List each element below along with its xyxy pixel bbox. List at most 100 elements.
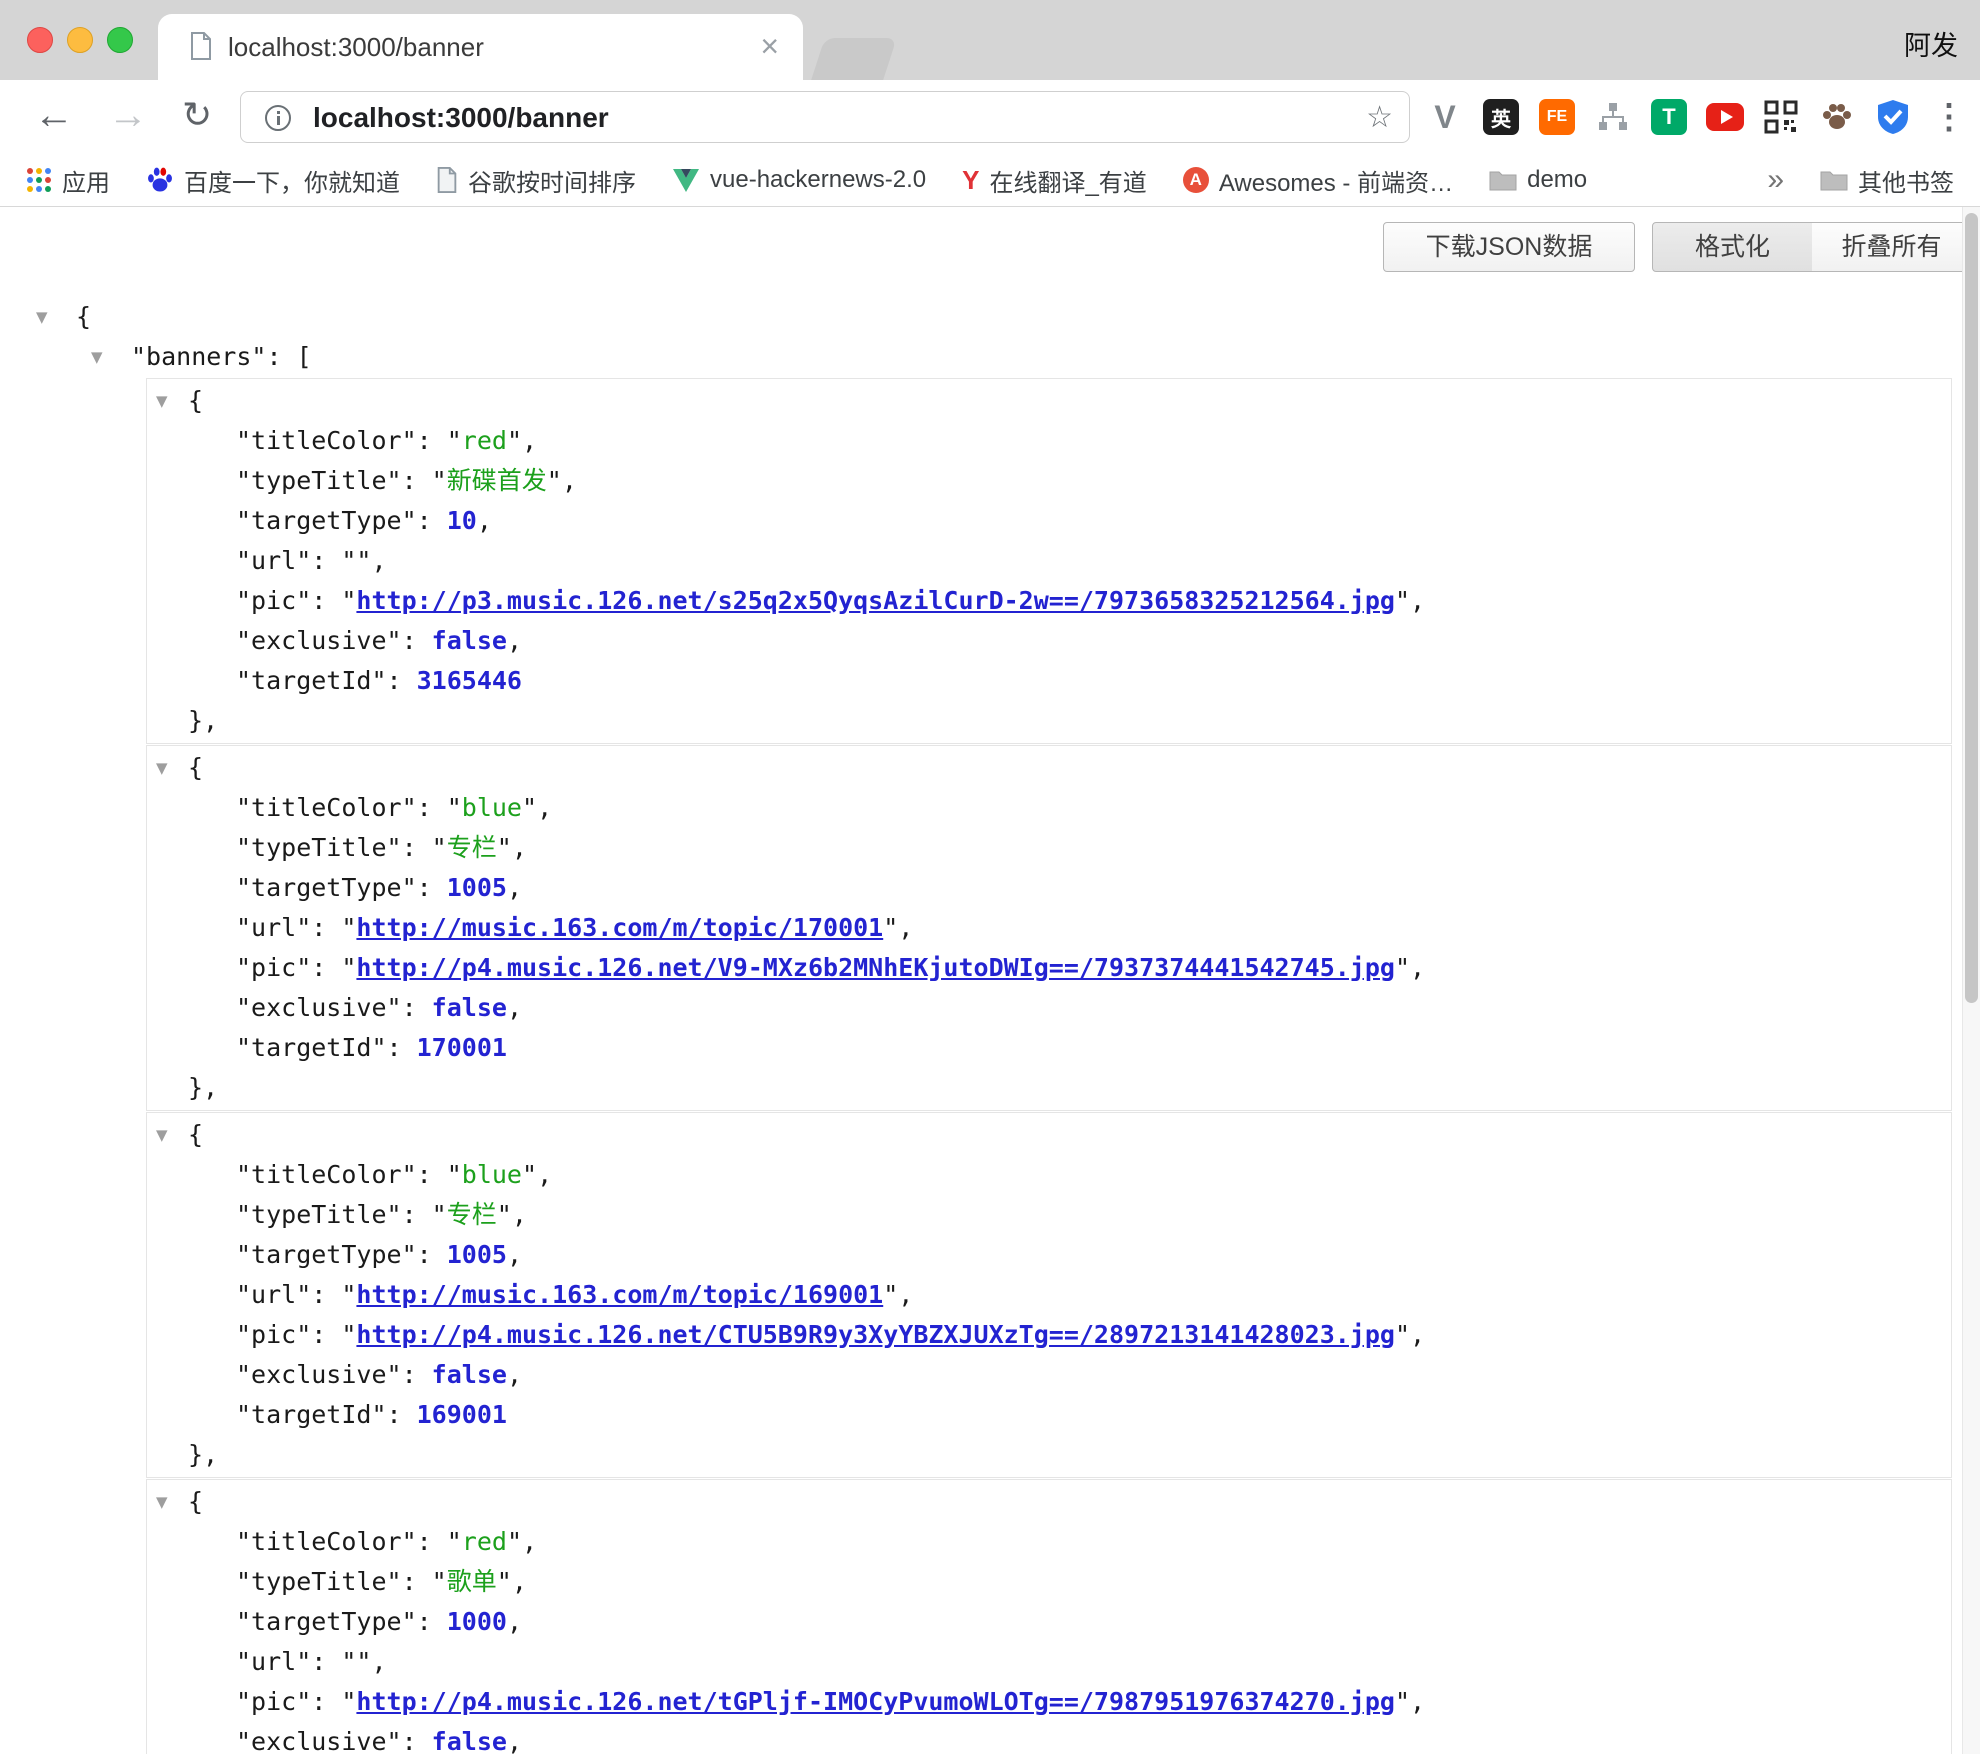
json-comma: , [1410, 1320, 1425, 1349]
json-quote: " [341, 913, 356, 942]
tab-title: localhost:3000/banner [228, 32, 484, 62]
json-link-value[interactable]: http://p4.music.126.net/V9-MXz6b2MNhEKju… [356, 953, 1395, 982]
json-key: "titleColor": [236, 1160, 447, 1189]
json-line: ▼{ [147, 381, 1951, 421]
fe-glyph: FE [1539, 99, 1575, 135]
json-comma: , [522, 426, 537, 455]
json-link-value[interactable]: http://music.163.com/m/topic/170001 [356, 913, 883, 942]
json-quote: " [341, 1280, 356, 1309]
bookmark-vue-hackernews[interactable]: vue-hackernews-2.0 [672, 166, 926, 194]
youtube-extension-icon[interactable] [1704, 96, 1746, 138]
json-object-box: ▼{"titleColor": "blue","typeTitle": "专栏"… [146, 1112, 1952, 1478]
fe-extension-icon[interactable]: FE [1536, 96, 1578, 138]
json-object-box: ▼{"titleColor": "blue","typeTitle": "专栏"… [146, 745, 1952, 1111]
page-content: 下载JSON数据 格式化 折叠所有 ▼{▼"banners": [▼{"titl… [0, 207, 1980, 1754]
address-bar[interactable]: localhost:3000/banner ☆ [240, 91, 1410, 143]
json-quote: " [1395, 1320, 1410, 1349]
json-link-value[interactable]: http://p4.music.126.net/tGPljf-IMOCyPvum… [356, 1687, 1395, 1716]
json-quote: " [341, 586, 356, 615]
folder-icon [1489, 168, 1517, 192]
vimium-extension-icon[interactable]: V [1424, 96, 1466, 138]
json-line: }, [147, 1068, 1951, 1108]
json-key: "pic": [236, 953, 341, 982]
json-key: "typeTitle": [236, 1200, 432, 1229]
bookmark-label: vue-hackernews-2.0 [710, 166, 926, 194]
collapse-toggle-icon[interactable]: ▼ [91, 337, 103, 377]
json-literal-value: 170001 [417, 1033, 507, 1062]
browser-tab[interactable]: localhost:3000/banner × [158, 14, 803, 80]
window-close-button[interactable] [27, 27, 53, 53]
json-key: "titleColor": [236, 793, 447, 822]
org-extension-icon[interactable] [1592, 96, 1634, 138]
json-open-brace: { [188, 753, 203, 782]
json-link-value[interactable]: http://p4.music.126.net/CTU5B9R9y3XyYBZX… [356, 1320, 1395, 1349]
json-line: ▼{ [147, 1115, 1951, 1155]
collapse-toggle-icon[interactable]: ▼ [156, 1482, 168, 1522]
apps-grid-icon [26, 167, 52, 193]
json-viewer: ▼{▼"banners": [▼{"titleColor": "red","ty… [0, 297, 1980, 1754]
json-link-value[interactable]: http://p3.music.126.net/s25q2x5QyqsAzilC… [356, 586, 1395, 615]
json-line: "exclusive": false, [147, 1722, 1951, 1754]
format-button[interactable]: 格式化 [1652, 222, 1813, 272]
json-literal-value: 1005 [447, 1240, 507, 1269]
json-key: "pic": [236, 1320, 341, 1349]
other-bookmarks-folder[interactable]: 其他书签 [1820, 163, 1954, 198]
json-quote: " [341, 953, 356, 982]
youdao-icon: Y [962, 165, 979, 196]
collapse-toggle-icon[interactable]: ▼ [156, 1115, 168, 1155]
security-shield-extension-icon[interactable] [1872, 96, 1914, 138]
json-line: "url": "", [147, 541, 1951, 581]
window-zoom-button[interactable] [107, 27, 133, 53]
qrcode-extension-icon[interactable] [1760, 96, 1802, 138]
collapse-toggle-icon[interactable]: ▼ [36, 297, 48, 337]
json-quote: " [497, 833, 512, 862]
bookmark-baidu[interactable]: 百度一下，你就知道 [146, 163, 400, 198]
tampermonkey-extension-icon[interactable]: T [1648, 96, 1690, 138]
back-icon[interactable]: ← [34, 89, 74, 141]
collapse-all-button[interactable]: 折叠所有 [1812, 222, 1972, 272]
bookmark-label: 谷歌按时间排序 [468, 163, 636, 198]
json-comma: , [537, 793, 552, 822]
window-minimize-button[interactable] [67, 27, 93, 53]
json-comma: , [507, 873, 522, 902]
bookmark-demo-folder[interactable]: demo [1489, 166, 1587, 194]
json-open-brace: { [188, 1487, 203, 1516]
json-line: "targetType": 10, [147, 501, 1951, 541]
json-comma: , [507, 1360, 522, 1389]
json-literal-value: 10 [447, 506, 477, 535]
collapse-toggle-icon[interactable]: ▼ [156, 748, 168, 788]
profile-name[interactable]: 阿发 [1904, 24, 1958, 63]
new-tab-button[interactable] [811, 38, 897, 80]
json-key: "typeTitle": [236, 466, 432, 495]
page-info-icon[interactable] [263, 103, 293, 138]
json-key: "titleColor": [236, 1527, 447, 1556]
json-quote: " [447, 1527, 462, 1556]
json-link-value[interactable]: http://music.163.com/m/topic/169001 [356, 1280, 883, 1309]
translate-extension-icon[interactable]: 英 [1480, 96, 1522, 138]
browser-menu-icon[interactable]: ⋮ [1932, 97, 1966, 137]
bookmark-youdao[interactable]: Y 在线翻译_有道 [962, 163, 1147, 198]
bookmark-google-sort[interactable]: 谷歌按时间排序 [436, 163, 636, 198]
json-line: "titleColor": "red", [147, 421, 1951, 461]
download-json-button[interactable]: 下载JSON数据 [1383, 222, 1635, 272]
bookmark-star-icon[interactable]: ☆ [1366, 100, 1393, 135]
scrollbar-thumb[interactable] [1965, 213, 1978, 1003]
scrollbar-track[interactable] [1962, 207, 1980, 1754]
reload-icon[interactable]: ↻ [182, 89, 212, 141]
bookmarks-overflow-icon[interactable]: » [1767, 163, 1784, 197]
json-line: "typeTitle": "新碟首发", [147, 461, 1951, 501]
bookmark-apps[interactable]: 应用 [26, 163, 110, 198]
forward-icon[interactable]: → [108, 89, 148, 141]
collapse-toggle-icon[interactable]: ▼ [156, 381, 168, 421]
json-string-value: 专栏 [447, 833, 497, 862]
json-open-brace: { [188, 1120, 203, 1149]
tab-close-icon[interactable]: × [760, 28, 779, 65]
bookmark-awesomes[interactable]: A Awesomes - 前端资… [1183, 163, 1453, 198]
json-quote: " [356, 1647, 371, 1676]
json-open-brace: { [188, 386, 203, 415]
browser-toolbar: ← → ↻ localhost:3000/banner ☆ V 英 FE T [0, 80, 1980, 154]
json-object-box: ▼{"titleColor": "red","typeTitle": "歌单",… [146, 1479, 1952, 1754]
json-quote: " [1395, 953, 1410, 982]
json-line: ▼{ [0, 297, 1980, 337]
paw-extension-icon[interactable] [1816, 96, 1858, 138]
